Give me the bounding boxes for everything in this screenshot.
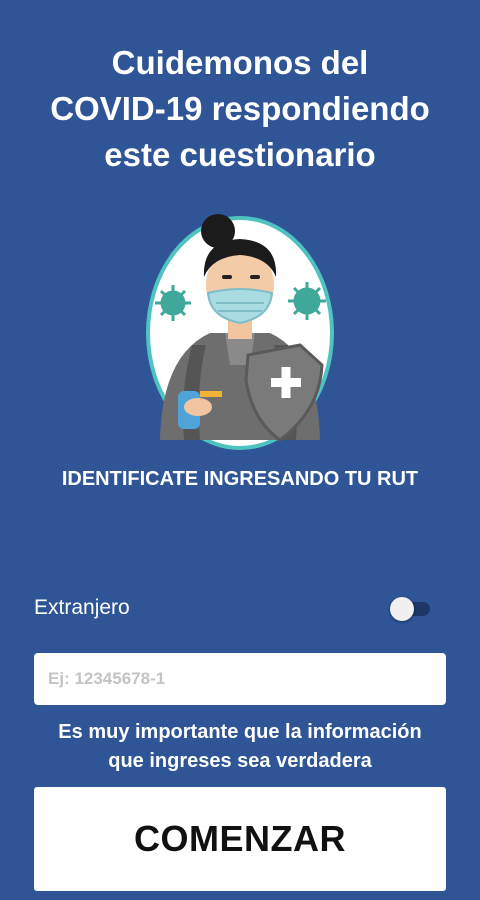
foreigner-label: Extranjero [34, 596, 130, 619]
rut-input[interactable] [34, 653, 446, 705]
title-line-2: COVID-19 respondiendo [50, 90, 430, 127]
title-line-1: Cuidemonos del [111, 44, 369, 81]
toggle-thumb [390, 597, 414, 621]
foreigner-toggle[interactable] [390, 597, 432, 621]
start-button[interactable]: COMENZAR [34, 787, 446, 891]
truthfulness-note: Es muy importante que la información que… [0, 718, 480, 776]
identify-instruction: IDENTIFICATE INGRESANDO TU RUT [61, 468, 419, 490]
title-line-3: este cuestionario [104, 136, 376, 173]
page-title: Cuidemonos del COVID-19 respondiendo est… [0, 40, 480, 178]
note-line-1: Es muy importante que la información [58, 721, 422, 743]
note-line-2: que ingreses sea verdadera [108, 750, 372, 772]
health-worker-shield-illustration [140, 205, 340, 455]
